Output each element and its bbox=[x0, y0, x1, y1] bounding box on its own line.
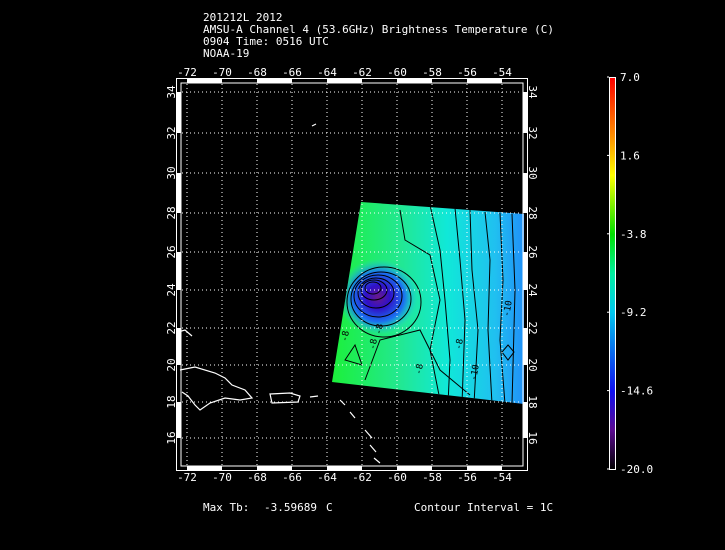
lon-tick-label: -54 bbox=[492, 471, 512, 484]
lat-tick-label: 22 bbox=[165, 321, 178, 334]
colorbar-gradient bbox=[609, 77, 616, 470]
lat-tick-label: 22 bbox=[526, 321, 539, 334]
lat-tick-label: 18 bbox=[165, 395, 178, 408]
max-tb-label: Max Tb: bbox=[203, 501, 250, 514]
lat-tick-label: 20 bbox=[165, 358, 178, 371]
lat-tick-label: 34 bbox=[165, 85, 178, 99]
frame-bar bbox=[327, 79, 362, 83]
lesser-antilles bbox=[309, 395, 381, 464]
map-plot: -72 -70 -68 -66 -64 -62 -60 -58 -56 -54 -72 -70 -68… bbox=[165, 66, 653, 484]
lon-labels-bottom: -72 -70 -68 -66 -64 -62 -60 -58 -56 -54 bbox=[177, 471, 512, 484]
colorbar-label: -3.8 bbox=[620, 228, 647, 241]
frame-bar bbox=[187, 466, 222, 470]
lon-tick-label: -64 bbox=[317, 471, 337, 484]
lat-tick-label: 30 bbox=[526, 166, 539, 179]
frame-bar bbox=[467, 79, 502, 83]
lon-tick-label: -66 bbox=[282, 471, 302, 484]
lon-tick-label: -60 bbox=[387, 66, 407, 79]
lat-tick-label: 28 bbox=[165, 206, 178, 219]
lat-tick-label: 32 bbox=[526, 126, 539, 139]
frame-bar bbox=[327, 466, 362, 470]
lon-tick-label: -68 bbox=[247, 471, 267, 484]
lon-tick-label: -62 bbox=[352, 66, 372, 79]
lon-tick-label: -70 bbox=[212, 471, 232, 484]
lon-tick-label: -72 bbox=[177, 471, 197, 484]
lat-tick-label: 26 bbox=[165, 245, 178, 258]
frame-bar bbox=[187, 79, 222, 83]
lon-tick-label: -66 bbox=[282, 66, 302, 79]
lon-labels-top: -72 -70 -68 -66 -64 -62 -60 -58 -56 -54 bbox=[177, 66, 512, 79]
lon-tick-label: -62 bbox=[352, 471, 372, 484]
lon-tick-label: -58 bbox=[422, 66, 442, 79]
lon-tick-label: -56 bbox=[457, 471, 477, 484]
lat-tick-label: 20 bbox=[526, 358, 539, 371]
lon-tick-label: -68 bbox=[247, 66, 267, 79]
contour-label: -8 bbox=[414, 363, 426, 375]
lon-tick-label: -56 bbox=[457, 66, 477, 79]
lat-tick-label: 16 bbox=[165, 431, 178, 444]
lon-tick-label: -72 bbox=[177, 66, 197, 79]
hispaniola-coast bbox=[179, 366, 254, 411]
colorbar-label: 7.0 bbox=[620, 71, 640, 84]
lon-tick-label: -70 bbox=[212, 66, 232, 79]
lon-tick-label: -64 bbox=[317, 66, 337, 79]
frame-bar bbox=[257, 466, 292, 470]
lon-tick-label: -58 bbox=[422, 471, 442, 484]
colorbar-label: 1.6 bbox=[620, 149, 640, 162]
frame-bar bbox=[467, 466, 502, 470]
lat-tick-label: 30 bbox=[165, 166, 178, 179]
contour-label: -8 bbox=[340, 330, 352, 342]
lat-tick-label: 28 bbox=[526, 206, 539, 219]
lat-tick-label: 26 bbox=[526, 245, 539, 258]
lat-tick-label: 34 bbox=[526, 85, 539, 99]
lat-tick-label: 24 bbox=[165, 283, 178, 297]
contour-label: -8 bbox=[454, 338, 466, 350]
colorbar-label: -9.2 bbox=[620, 306, 647, 319]
satellite-swath bbox=[332, 202, 524, 404]
max-tb-value: -3.59689 bbox=[264, 501, 317, 514]
contour-interval: Contour Interval = 1C bbox=[414, 501, 554, 514]
colorbar bbox=[609, 77, 616, 470]
colorbar-label: -20.0 bbox=[620, 463, 653, 476]
max-tb-unit: C bbox=[326, 501, 333, 514]
frame-bar bbox=[397, 466, 432, 470]
contour-label: -8 bbox=[368, 338, 380, 350]
colorbar-label: -14.6 bbox=[620, 385, 653, 398]
frame-bar bbox=[257, 79, 292, 83]
lat-tick-label: 24 bbox=[526, 283, 539, 297]
contour-label: -8 bbox=[374, 323, 386, 335]
frame-bar bbox=[397, 79, 432, 83]
lon-tick-label: -60 bbox=[387, 471, 407, 484]
lon-tick-label: -54 bbox=[492, 66, 512, 79]
lat-tick-label: 18 bbox=[526, 395, 539, 408]
lat-tick-label: 32 bbox=[165, 126, 178, 139]
lat-tick-label: 16 bbox=[526, 431, 539, 444]
